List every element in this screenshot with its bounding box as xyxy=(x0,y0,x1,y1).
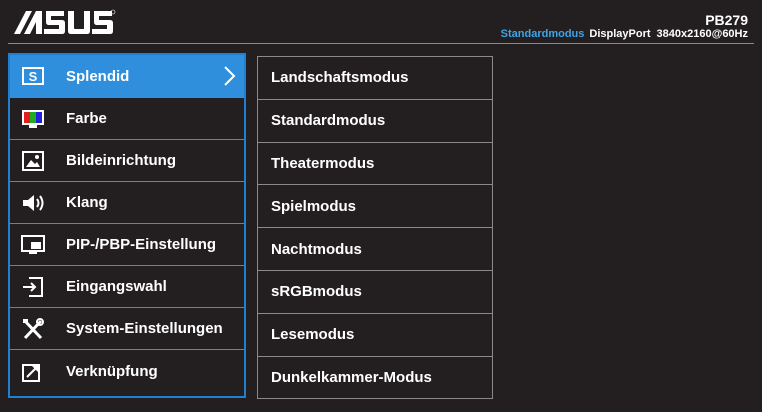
menu-item-label: Bildeinrichtung xyxy=(66,152,176,169)
input-select-icon xyxy=(19,275,47,299)
submenu-item-standardmodus[interactable]: Standardmodus xyxy=(258,100,492,143)
menu-item-label: System-Einstellungen xyxy=(66,320,223,337)
menu-item-klang[interactable]: Klang xyxy=(10,182,244,224)
resolution: 3840x2160@60Hz xyxy=(656,28,748,40)
image-icon xyxy=(19,149,47,173)
svg-text:S: S xyxy=(29,69,38,84)
submenu-item-lesemodus[interactable]: Lesemodus xyxy=(258,314,492,357)
splendid-icon: S xyxy=(19,64,47,88)
menu-item-label: Eingangswahl xyxy=(66,278,167,295)
pip-icon xyxy=(19,233,47,257)
osd-window: PB279 Standardmodus DisplayPort 3840x2160@… xyxy=(0,0,762,412)
chevron-right-icon xyxy=(222,65,236,92)
menu-item-label: Farbe xyxy=(66,110,107,127)
menu-item-label: PIP-/PBP-Einstellung xyxy=(66,236,217,253)
submenu-item-spielmodus[interactable]: Spielmodus xyxy=(258,185,492,229)
menu-item-pip-pbp[interactable]: PIP-/PBP-Einstellung xyxy=(10,224,244,266)
menu-item-eingangswahl[interactable]: Eingangswahl xyxy=(10,266,244,308)
menu-item-label: Klang xyxy=(66,194,108,211)
menu-item-bildeinrichtung[interactable]: Bildeinrichtung xyxy=(10,140,244,182)
color-monitor-icon xyxy=(19,107,47,131)
menu-item-farbe[interactable]: Farbe xyxy=(10,98,244,140)
status-bar: Standardmodus DisplayPort 3840x2160@60Hz xyxy=(501,28,748,40)
tools-icon xyxy=(19,317,47,341)
menu-item-label: Verknüpfung xyxy=(66,362,158,380)
speaker-icon xyxy=(19,191,47,215)
submenu-item-dunkelkammer-modus[interactable]: Dunkelkammer-Modus xyxy=(258,357,492,400)
shortcut-icon xyxy=(19,359,47,383)
splendid-submenu: Landschaftsmodus Standardmodus Theatermo… xyxy=(257,56,493,399)
menu-item-verknuepfung[interactable]: Verknüpfung xyxy=(10,350,244,392)
submenu-item-theatermodus[interactable]: Theatermodus xyxy=(258,143,492,186)
submenu-item-nachtmodus[interactable]: Nachtmodus xyxy=(258,228,492,271)
model-name: PB279 xyxy=(705,12,748,28)
submenu-item-landschaftsmodus[interactable]: Landschaftsmodus xyxy=(258,57,492,100)
asus-logo xyxy=(14,9,116,34)
current-mode: Standardmodus xyxy=(500,28,585,40)
submenu-item-srgbmodus[interactable]: sRGBmodus xyxy=(258,271,492,314)
menu-item-splendid[interactable]: S Splendid xyxy=(10,55,244,98)
menu-item-label: Splendid xyxy=(66,67,130,85)
header-divider xyxy=(8,43,754,44)
input-source: DisplayPort xyxy=(589,28,651,40)
main-menu: S Splendid Farbe Bildeinrichtung Klang P… xyxy=(8,53,246,398)
menu-item-system-einstellungen[interactable]: System-Einstellungen xyxy=(10,308,244,350)
